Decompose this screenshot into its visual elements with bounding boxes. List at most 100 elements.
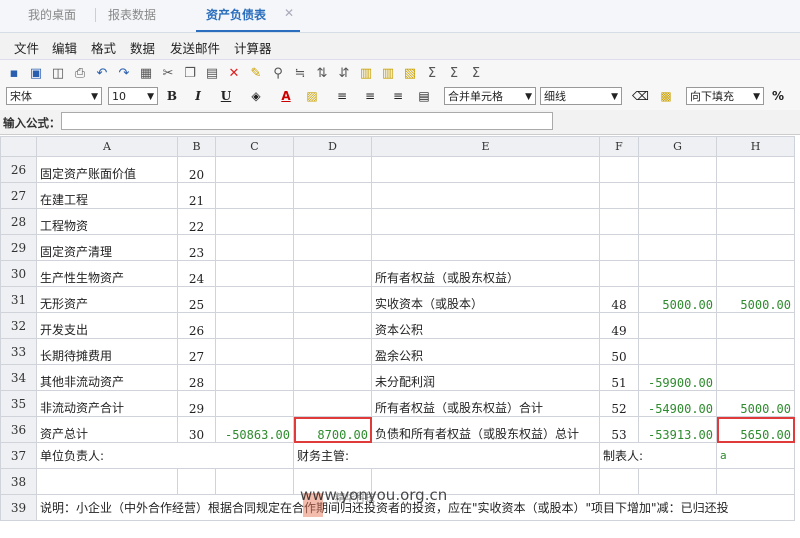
cell-c[interactable] [215, 208, 294, 235]
cell-b[interactable]: 21 [177, 182, 216, 209]
menu-edit[interactable]: 编辑 [52, 38, 77, 57]
wrap-icon[interactable]: ▤ [416, 88, 432, 104]
cell-g[interactable]: -59900.00 [638, 364, 717, 391]
cell-a[interactable]: 资产总计 [36, 416, 178, 443]
cell-c[interactable] [215, 312, 294, 339]
cell-a[interactable]: 生产性生物资产 [36, 260, 178, 287]
cell-h[interactable] [716, 182, 795, 209]
cell[interactable] [36, 468, 178, 495]
cell-a[interactable]: 长期待摊费用 [36, 338, 178, 365]
cell-g[interactable] [638, 312, 717, 339]
row-header[interactable]: 35 [0, 390, 37, 417]
fill-color-icon[interactable]: ◈ [248, 88, 264, 104]
cell-d[interactable] [293, 364, 372, 391]
cell-h[interactable]: 5000.00 [716, 390, 795, 417]
cell-e[interactable]: 盈余公积 [371, 338, 600, 365]
row-header[interactable]: 31 [0, 286, 37, 313]
row-header[interactable]: 37 [0, 442, 37, 469]
cell-c[interactable] [215, 338, 294, 365]
cell-h[interactable]: 5000.00 [716, 286, 795, 313]
menu-format[interactable]: 格式 [91, 38, 116, 57]
cell-b[interactable]: 30 [177, 416, 216, 443]
cell-signature-unit[interactable]: 单位负责人: [36, 442, 294, 469]
replace-icon[interactable]: ≒ [292, 66, 308, 82]
cell-c[interactable] [215, 286, 294, 313]
cell-d[interactable] [293, 286, 372, 313]
cell-g[interactable] [638, 182, 717, 209]
cell-e[interactable]: 未分配利润 [371, 364, 600, 391]
col-header-g[interactable]: G [638, 136, 717, 157]
underline-button[interactable]: U [218, 88, 234, 104]
align-center-icon[interactable]: ≡ [362, 88, 378, 104]
clear-icon[interactable]: ✎ [248, 66, 264, 82]
row-header[interactable]: 32 [0, 312, 37, 339]
row-header[interactable]: 36 [0, 416, 37, 443]
row-header[interactable]: 30 [0, 260, 37, 287]
cell-d[interactable] [293, 312, 372, 339]
row-header[interactable]: 38 [0, 468, 37, 495]
align-right-icon[interactable]: ≡ [390, 88, 406, 104]
cell-f[interactable] [599, 208, 639, 235]
cell-h[interactable] [716, 364, 795, 391]
cell-d[interactable] [293, 156, 372, 183]
sort-desc-icon[interactable]: ⇵ [336, 66, 352, 82]
cell-h-highlighted[interactable]: 5650.00 [716, 416, 795, 443]
cell-b[interactable]: 23 [177, 234, 216, 261]
cell-a[interactable]: 固定资产账面价值 [36, 156, 178, 183]
cell-e[interactable] [371, 182, 600, 209]
cell-h[interactable] [716, 260, 795, 287]
cell-h[interactable] [716, 312, 795, 339]
fill-down-select[interactable]: 向下填充 ▼ [686, 87, 764, 105]
align-left-icon[interactable]: ≡ [334, 88, 350, 104]
cell-d[interactable] [293, 208, 372, 235]
cell-preparer-value[interactable]: a [716, 442, 795, 469]
save-icon[interactable]: ▪ [6, 66, 22, 82]
row-header[interactable]: 28 [0, 208, 37, 235]
tab-my-desktop[interactable]: 我的桌面 [28, 6, 76, 23]
cell-signature-finance[interactable]: 财务主管: [293, 442, 600, 469]
cell[interactable] [599, 468, 639, 495]
col-header-e[interactable]: E [371, 136, 600, 157]
save-as-icon[interactable]: ▣ [28, 66, 44, 82]
cell[interactable] [215, 468, 294, 495]
cell-f[interactable]: 50 [599, 338, 639, 365]
cell-a[interactable]: 其他非流动资产 [36, 364, 178, 391]
undo-icon[interactable]: ↶ [94, 66, 110, 82]
col-header-f[interactable]: F [599, 136, 639, 157]
cell-c[interactable] [215, 390, 294, 417]
formula-input[interactable] [61, 112, 553, 130]
bold-button[interactable]: B [164, 88, 180, 104]
delete-icon[interactable]: ✕ [226, 66, 242, 82]
cell-g[interactable]: 5000.00 [638, 286, 717, 313]
menu-data[interactable]: 数据 [130, 38, 155, 57]
percent-button[interactable]: % [770, 88, 786, 104]
paste-icon[interactable]: ▤ [204, 66, 220, 82]
row-header[interactable]: 34 [0, 364, 37, 391]
cell-signature-preparer[interactable]: 制表人: [599, 442, 717, 469]
line-style-select[interactable]: 细线 ▼ [540, 87, 622, 105]
cell-e[interactable]: 资本公积 [371, 312, 600, 339]
cell[interactable] [716, 468, 795, 495]
merge-cells-select[interactable]: 合并单元格 ▼ [444, 87, 536, 105]
cell-a[interactable]: 开发支出 [36, 312, 178, 339]
row-header[interactable]: 33 [0, 338, 37, 365]
cell-g[interactable] [638, 338, 717, 365]
cell-e[interactable]: 所有者权益（或股东权益）合计 [371, 390, 600, 417]
menu-file[interactable]: 文件 [14, 38, 39, 57]
cell-d-highlighted[interactable]: 8700.00 [293, 416, 372, 443]
cell-h[interactable] [716, 234, 795, 261]
cell-h[interactable] [716, 156, 795, 183]
cell-g[interactable] [638, 234, 717, 261]
cell-e[interactable]: 所有者权益（或股东权益） [371, 260, 600, 287]
cell-c[interactable]: -50863.00 [215, 416, 294, 443]
cell[interactable] [177, 468, 216, 495]
col-header-h[interactable]: H [716, 136, 795, 157]
cell-f[interactable]: 48 [599, 286, 639, 313]
menu-send-mail[interactable]: 发送邮件 [170, 38, 220, 57]
copy-icon[interactable]: ❐ [182, 66, 198, 82]
insert-row-icon[interactable]: ▥ [358, 66, 374, 82]
cell-a[interactable]: 固定资产清理 [36, 234, 178, 261]
cell-b[interactable]: 27 [177, 338, 216, 365]
col-header-d[interactable]: D [293, 136, 372, 157]
cell-f[interactable]: 51 [599, 364, 639, 391]
